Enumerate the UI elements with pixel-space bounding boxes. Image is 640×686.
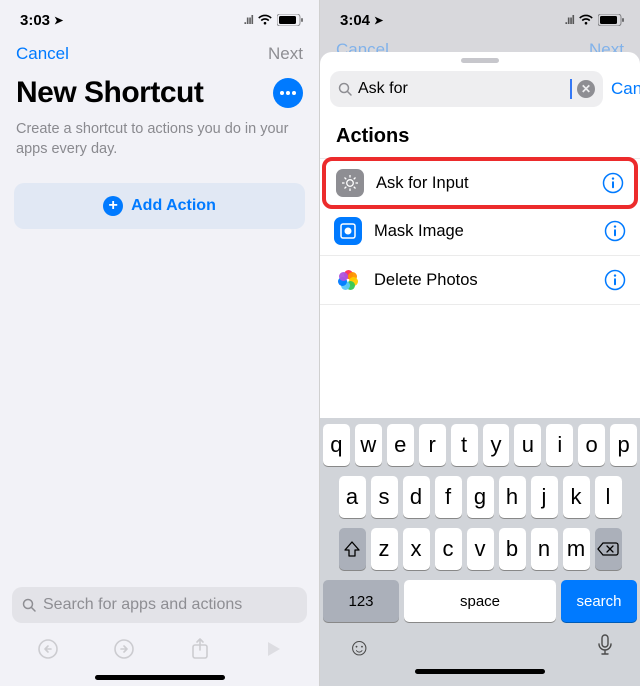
status-bar: 3:03 ➤ .ııl (0, 0, 319, 40)
action-row-delete-photos[interactable]: Delete Photos (320, 256, 640, 305)
status-bar: 3:04 ➤ .ııl (320, 0, 640, 40)
cancel-button[interactable]: Cancel (16, 44, 69, 64)
key-p[interactable]: p (610, 424, 637, 466)
search-icon (22, 598, 37, 613)
add-action-label: Add Action (131, 197, 216, 215)
battery-icon (598, 14, 624, 26)
key-x[interactable]: x (403, 528, 430, 570)
next-button[interactable]: Next (268, 44, 303, 64)
page-title: New Shortcut (16, 76, 203, 110)
more-button[interactable] (273, 78, 303, 108)
search-input[interactable]: ✕ (330, 71, 603, 107)
page-subtitle: Create a shortcut to actions you do in y… (0, 120, 319, 159)
action-row-ask-for-input[interactable]: Ask for Input (322, 157, 638, 209)
key-r[interactable]: r (419, 424, 446, 466)
key-d[interactable]: d (403, 476, 430, 518)
key-u[interactable]: u (514, 424, 541, 466)
action-sheet: ✕ Cancel Actions Ask for Input Mask Imag… (320, 52, 640, 686)
share-button[interactable] (190, 637, 210, 666)
toolbar (0, 631, 319, 671)
action-row-mask-image[interactable]: Mask Image (320, 207, 640, 256)
key-o[interactable]: o (578, 424, 605, 466)
key-s[interactable]: s (371, 476, 398, 518)
nav-bar: Cancel Next (0, 40, 319, 72)
info-icon[interactable] (604, 269, 626, 291)
key-c[interactable]: c (435, 528, 462, 570)
key-e[interactable]: e (387, 424, 414, 466)
wifi-icon (257, 14, 273, 26)
section-header: Actions (320, 117, 640, 159)
status-time: 3:04 (340, 12, 370, 29)
key-t[interactable]: t (451, 424, 478, 466)
status-time: 3:03 (20, 12, 50, 29)
key-i[interactable]: i (546, 424, 573, 466)
key-b[interactable]: b (499, 528, 526, 570)
screen-search-actions: 3:04 ➤ .ııl Cancel Next ✕ Cancel (320, 0, 640, 686)
key-q[interactable]: q (323, 424, 350, 466)
wifi-icon (578, 14, 594, 26)
text-cursor (570, 79, 572, 99)
sheet-grabber[interactable] (461, 58, 499, 63)
key-k[interactable]: k (563, 476, 590, 518)
key-n[interactable]: n (531, 528, 558, 570)
undo-button[interactable] (37, 638, 59, 665)
cell-signal-icon: .ııl (565, 13, 574, 27)
shift-key[interactable] (339, 528, 366, 570)
action-label: Ask for Input (376, 174, 590, 193)
search-icon (338, 82, 353, 97)
emoji-key[interactable]: ☺ (347, 634, 372, 663)
battery-icon (277, 14, 303, 26)
numbers-key[interactable]: 123 (323, 580, 399, 622)
search-key[interactable]: search (561, 580, 637, 622)
key-g[interactable]: g (467, 476, 494, 518)
mask-image-icon (334, 217, 362, 245)
home-indicator (415, 669, 545, 674)
key-f[interactable]: f (435, 476, 462, 518)
home-indicator (95, 675, 225, 680)
key-j[interactable]: j (531, 476, 558, 518)
photos-icon (334, 266, 362, 294)
search-input[interactable]: Search for apps and actions (12, 587, 307, 623)
screen-new-shortcut: 3:03 ➤ .ııl Cancel Next New Shortcut Cre… (0, 0, 320, 686)
space-key[interactable]: space (404, 580, 556, 622)
redo-button[interactable] (113, 638, 135, 665)
clear-button[interactable]: ✕ (577, 80, 595, 98)
settings-icon (336, 169, 364, 197)
search-placeholder: Search for apps and actions (43, 596, 242, 614)
add-action-button[interactable]: + Add Action (14, 183, 305, 229)
action-label: Delete Photos (374, 271, 592, 290)
cell-signal-icon: .ııl (244, 13, 253, 27)
location-icon: ➤ (54, 14, 63, 27)
cancel-button[interactable]: Cancel (611, 79, 640, 99)
location-icon: ➤ (374, 14, 383, 27)
key-a[interactable]: a (339, 476, 366, 518)
key-v[interactable]: v (467, 528, 494, 570)
plus-icon: + (103, 196, 123, 216)
info-icon[interactable] (604, 220, 626, 242)
play-button[interactable] (264, 640, 282, 663)
key-h[interactable]: h (499, 476, 526, 518)
key-z[interactable]: z (371, 528, 398, 570)
action-label: Mask Image (374, 222, 592, 241)
key-l[interactable]: l (595, 476, 622, 518)
backspace-key[interactable] (595, 528, 622, 570)
search-field[interactable] (358, 80, 565, 98)
keyboard: qwertyuiop asdfghjkl zxcvbnm 123 space s… (320, 418, 640, 686)
key-m[interactable]: m (563, 528, 590, 570)
key-y[interactable]: y (483, 424, 510, 466)
dictation-key[interactable] (597, 634, 613, 663)
info-icon[interactable] (602, 172, 624, 194)
key-w[interactable]: w (355, 424, 382, 466)
